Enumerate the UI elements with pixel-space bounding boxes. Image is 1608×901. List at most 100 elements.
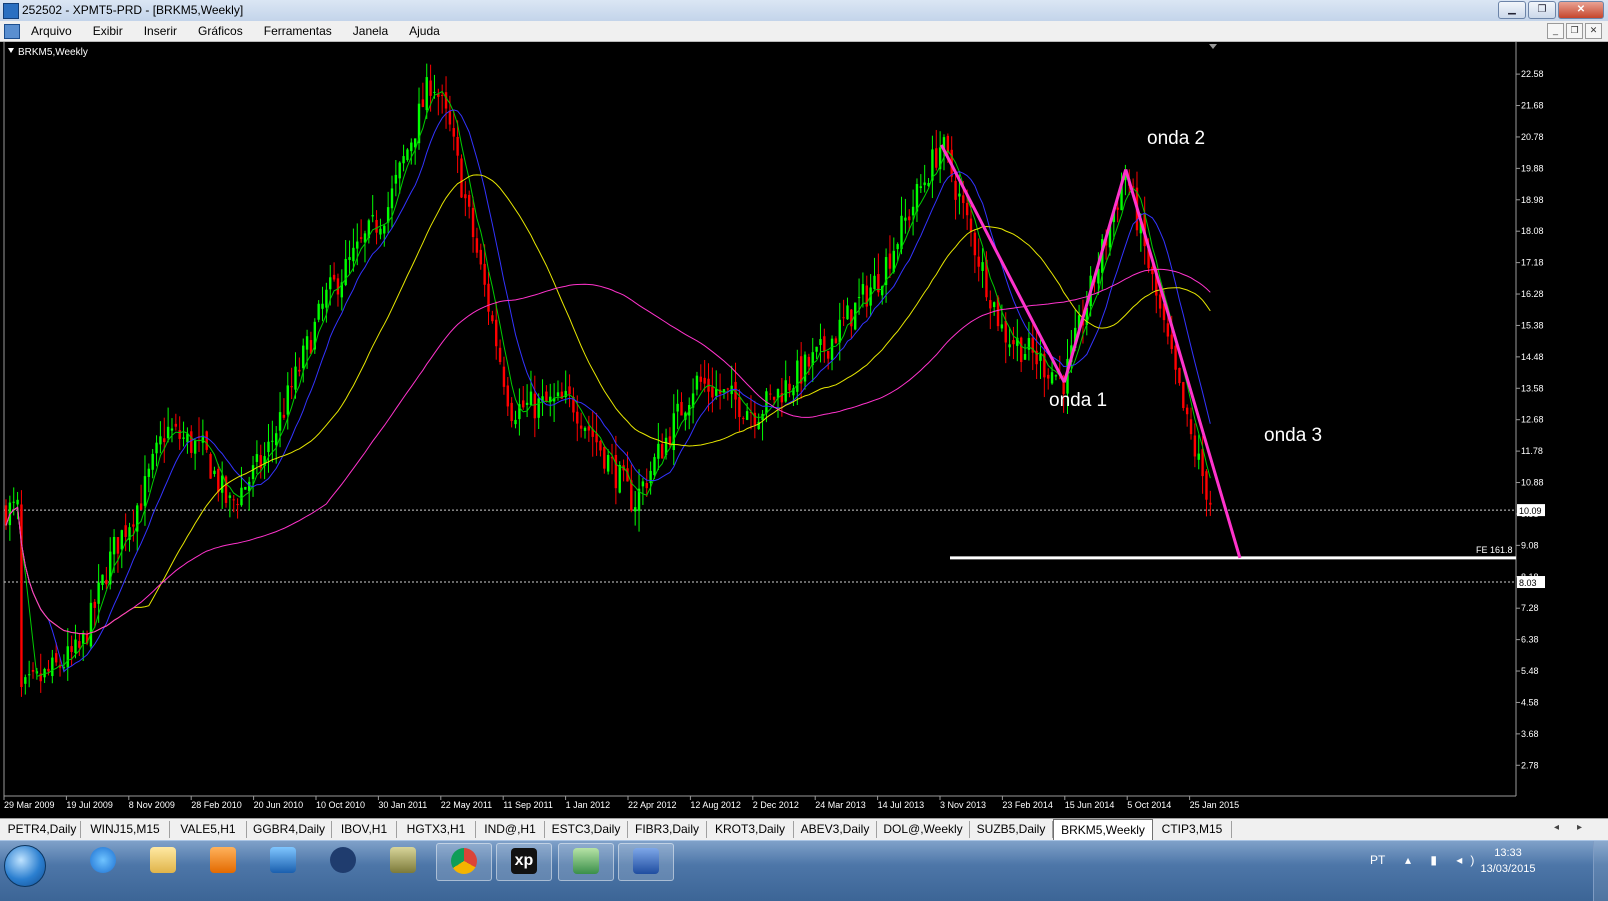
tab-ibov[interactable]: IBOV,H1 xyxy=(332,821,397,838)
candle-body xyxy=(255,454,259,462)
clock[interactable]: 13:33 13/03/2015 xyxy=(1476,845,1540,877)
candle-body xyxy=(282,414,286,418)
candle-body xyxy=(599,440,602,451)
candle-body xyxy=(726,388,730,390)
candle-body xyxy=(232,499,235,501)
candle-body xyxy=(159,436,162,445)
tab-ctip3[interactable]: CTIP3,M15 xyxy=(1153,821,1232,838)
candle-body xyxy=(16,499,19,505)
chart-window-icon[interactable] xyxy=(4,24,20,39)
candle-body xyxy=(298,369,301,372)
candle-body xyxy=(475,238,479,253)
tab-brkm5[interactable]: BRKM5,Weekly xyxy=(1053,819,1153,840)
candle-body xyxy=(1209,502,1212,505)
candle-body xyxy=(753,412,757,426)
price-tick-label: 6.38 xyxy=(1521,635,1539,645)
candle-body xyxy=(842,317,845,319)
tab-fibr3[interactable]: FIBR3,Daily xyxy=(628,821,707,838)
tab-krot3[interactable]: KROT3,Daily xyxy=(707,821,794,838)
candle-body xyxy=(583,427,587,431)
tab-ind[interactable]: IND@,H1 xyxy=(476,821,545,838)
candle-body xyxy=(1023,354,1027,360)
candle-body xyxy=(826,350,830,359)
file-explorer-icon[interactable] xyxy=(136,843,190,879)
candle-body xyxy=(815,346,818,352)
minimize-button[interactable]: ▁ xyxy=(1498,1,1526,19)
tab-winj15[interactable]: WINJ15,M15 xyxy=(81,821,170,838)
candle-body xyxy=(1004,320,1007,343)
menu-graficos[interactable]: Gráficos xyxy=(198,24,243,38)
tab-scroll-left-icon[interactable]: ◂ xyxy=(1554,822,1577,833)
candle-body xyxy=(471,207,475,238)
candle-body xyxy=(919,186,923,188)
date-tick-label: 14 Jul 2013 xyxy=(878,800,925,810)
candle-body xyxy=(992,302,996,308)
start-button[interactable] xyxy=(4,845,46,887)
close-button[interactable]: ✕ xyxy=(1558,1,1604,19)
tab-ggbr4[interactable]: GGBR4,Daily xyxy=(247,821,332,838)
candle-body xyxy=(375,219,378,233)
tray-icons[interactable]: ▴ ▮ ◂) xyxy=(1405,853,1482,867)
date-tick-label: 22 May 2011 xyxy=(441,800,492,810)
date-tick-label: 19 Jul 2009 xyxy=(66,800,113,810)
candle-body xyxy=(1170,334,1173,350)
outlook-icon[interactable] xyxy=(256,843,310,879)
terminal-icon[interactable] xyxy=(376,843,430,879)
date-tick-label: 3 Nov 2013 xyxy=(940,800,986,810)
show-desktop-button[interactable] xyxy=(1593,841,1608,901)
mdi-restore-button[interactable]: ❐ xyxy=(1566,23,1583,39)
candle-body xyxy=(606,454,610,472)
candle-body xyxy=(278,412,282,431)
mdi-close-button[interactable]: ✕ xyxy=(1585,23,1602,39)
word-icon[interactable] xyxy=(618,843,674,881)
menu-ajuda[interactable]: Ajuda xyxy=(409,24,440,38)
tab-dol[interactable]: DOL@,Weekly xyxy=(877,821,970,838)
candle-body xyxy=(379,228,382,235)
tab-abev3[interactable]: ABEV3,Daily xyxy=(794,821,877,838)
internet-explorer-icon[interactable] xyxy=(76,843,130,879)
candle-body xyxy=(498,347,502,362)
candle-body xyxy=(641,481,645,487)
candle-body xyxy=(51,657,54,677)
candle-body xyxy=(390,188,394,209)
candle-body xyxy=(356,241,359,249)
price-chart[interactable]: BRKM5,Weekly 22.58 21.68 20.78 19.88 18.98 18… xyxy=(0,42,1608,818)
tab-suzb5[interactable]: SUZB5,Daily xyxy=(970,821,1053,838)
candle-body xyxy=(850,309,853,327)
tab-estc3[interactable]: ESTC3,Daily xyxy=(545,821,628,838)
candle-body xyxy=(124,525,127,537)
media-player-icon[interactable] xyxy=(196,843,250,879)
candle-body xyxy=(54,653,58,663)
candle-body xyxy=(205,431,208,450)
candle-body xyxy=(132,524,135,527)
tab-scroll-right-icon[interactable]: ▸ xyxy=(1577,822,1600,833)
candle-body xyxy=(425,77,428,111)
candle-body xyxy=(464,194,467,199)
language-indicator[interactable]: PT xyxy=(1370,853,1385,867)
chrome-icon[interactable] xyxy=(436,843,492,881)
price-tick-label: 22.58 xyxy=(1521,69,1544,79)
candle-body xyxy=(1182,382,1185,408)
metatrader-icon[interactable] xyxy=(558,843,614,881)
tab-hgtx3[interactable]: HGTX3,H1 xyxy=(397,821,476,838)
candle-body xyxy=(394,174,398,184)
menu-exibir[interactable]: Exibir xyxy=(93,24,123,38)
candle-body xyxy=(1116,207,1119,210)
candle-body xyxy=(911,206,915,216)
xp-app-icon[interactable]: xp xyxy=(496,843,552,881)
menu-janela[interactable]: Janela xyxy=(353,24,388,38)
menu-inserir[interactable]: Inserir xyxy=(144,24,177,38)
menu-arquivo[interactable]: Arquivo xyxy=(31,24,72,38)
candle-body xyxy=(336,278,340,295)
candle-body xyxy=(830,338,834,360)
candle-body xyxy=(193,440,197,454)
candle-body xyxy=(402,156,405,164)
mdi-minimize-button[interactable]: _ xyxy=(1547,23,1564,39)
tab-vale5[interactable]: VALE5,H1 xyxy=(170,821,247,838)
hp-icon[interactable] xyxy=(316,843,370,879)
tab-petr4[interactable]: PETR4,Daily xyxy=(4,821,81,838)
menu-ferramentas[interactable]: Ferramentas xyxy=(264,24,332,38)
candle-body xyxy=(1047,374,1050,379)
candle-body xyxy=(1174,345,1177,370)
maximize-button[interactable]: ❐ xyxy=(1528,1,1556,19)
